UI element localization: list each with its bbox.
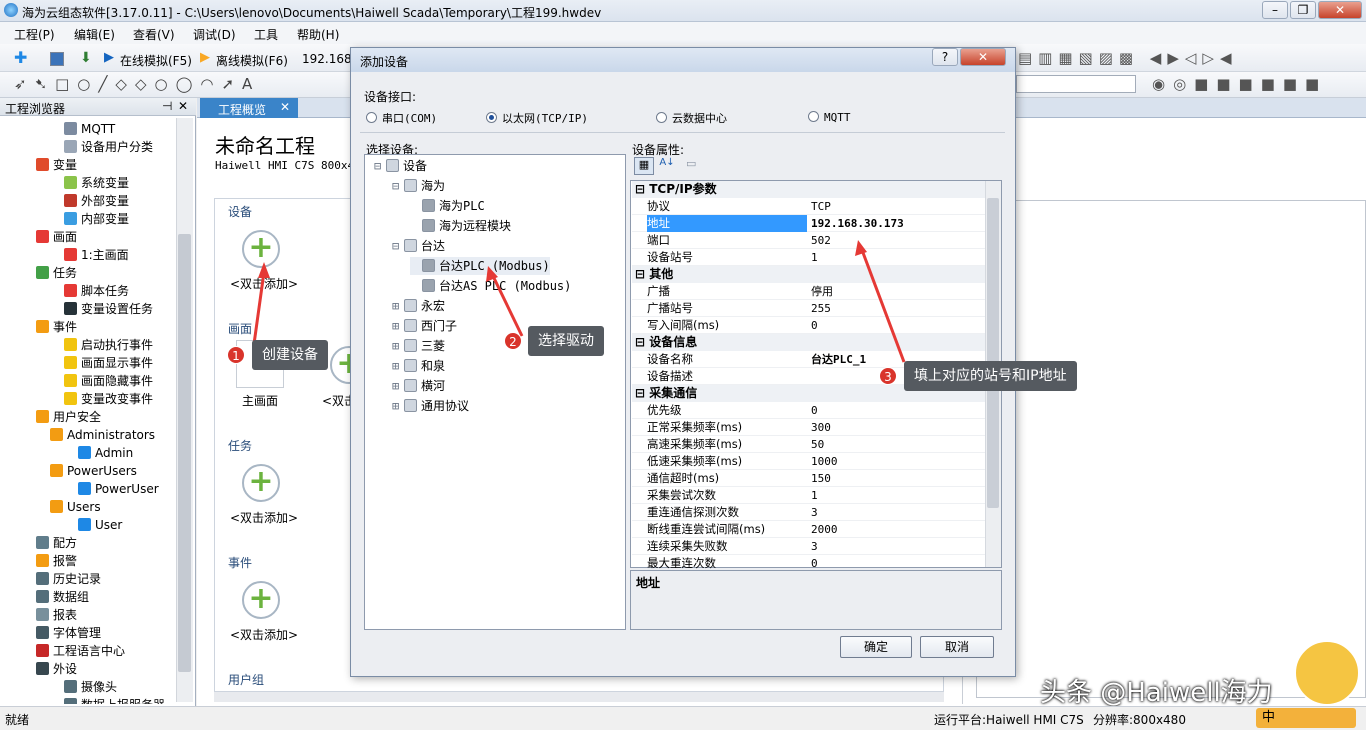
ime-indicator[interactable]: 中 (1256, 708, 1356, 728)
arrow-2 (491, 275, 524, 337)
watermark: 头条 @Haiwell海力 (1040, 678, 1273, 708)
annotation-2-badge: 2 (504, 332, 522, 350)
arrow-3-head (855, 240, 867, 256)
ime-label: 中 (1262, 710, 1276, 725)
mascot-logo (1294, 640, 1360, 706)
annotation-arrows (252, 240, 906, 363)
annotation-3-text: 填上对应的站号和IP地址 (904, 361, 1077, 391)
annotation-1-badge: 1 (227, 346, 245, 364)
arrow-3 (860, 249, 906, 363)
annotation-2-text: 选择驱动 (528, 326, 604, 356)
arrow-1 (252, 271, 266, 345)
status-ready: 就绪 (5, 713, 30, 727)
annotation-3-badge: 3 (879, 367, 897, 385)
annotation-1-text: 创建设备 (252, 340, 328, 370)
status-resolution: 分辨率:800x480 (1093, 713, 1186, 727)
status-platform: 运行平台:Haiwell HMI C7S (934, 713, 1084, 727)
arrow-1-head (258, 262, 270, 278)
